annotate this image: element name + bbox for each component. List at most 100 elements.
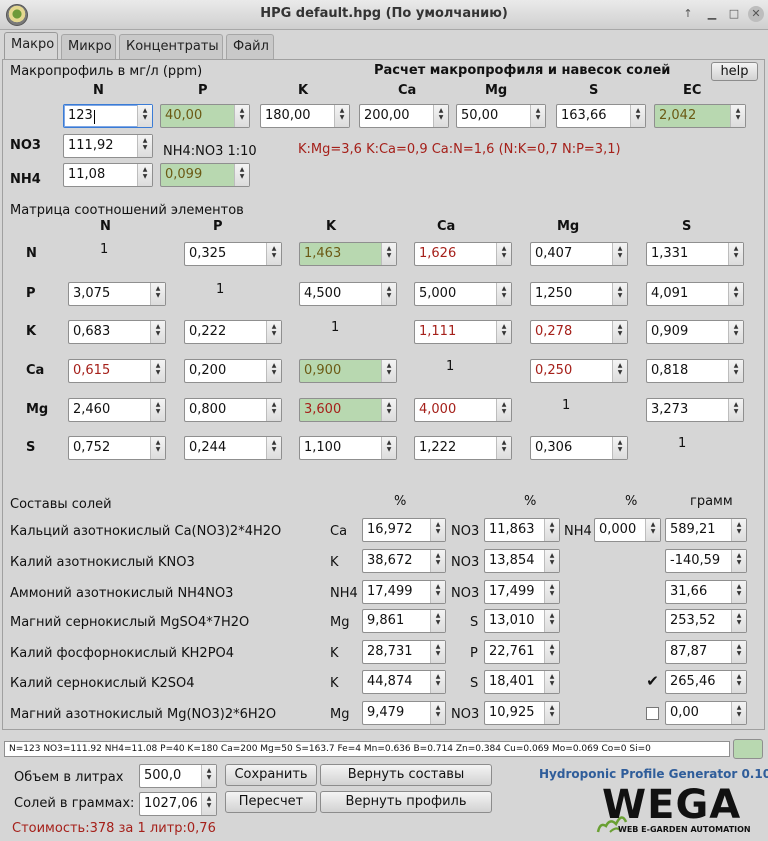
spin-arrows-icon[interactable]: ▲ ▼ (150, 437, 165, 459)
matrix-cell-input[interactable]: 1,111 ▲ ▼ (414, 320, 512, 344)
tab-micro[interactable]: Микро (61, 34, 116, 59)
spin-arrows-icon[interactable]: ▲ ▼ (433, 105, 448, 127)
spin-arrows-icon[interactable]: ▲ ▼ (544, 581, 559, 603)
salt-pct-1-input[interactable]: 28,731 ▲ ▼ (362, 640, 446, 664)
salt-grams-input[interactable]: 87,87 ▲ ▼ (665, 640, 747, 664)
matrix-cell-input[interactable]: 4,091 ▲ ▼ (646, 282, 744, 306)
salt-enable-checkbox[interactable] (646, 707, 659, 720)
spin-arrows-icon[interactable]: ▲ ▼ (381, 243, 396, 265)
spin-arrows-icon[interactable]: ▲ ▼ (496, 321, 511, 343)
salt-grams-input[interactable]: 253,52 ▲ ▼ (665, 609, 747, 633)
restore-profile-button[interactable]: Вернуть профиль (320, 791, 492, 813)
spin-arrows-icon[interactable]: ▲ ▼ (430, 702, 445, 724)
spin-arrows-icon[interactable]: ▲ ▼ (430, 550, 445, 572)
spin-arrows-icon[interactable]: ▲ ▼ (728, 360, 743, 382)
volume-input[interactable]: 500,0 ▲ ▼ (139, 764, 217, 788)
salt-pct-3-input[interactable]: 0,000 ▲ ▼ (594, 518, 661, 542)
matrix-cell-input[interactable]: 1,463 ▲ ▼ (299, 242, 397, 266)
spin-arrows-icon[interactable]: ▲ ▼ (530, 105, 545, 127)
spin-arrows-icon[interactable]: ▲ ▼ (334, 105, 349, 127)
spin-arrows-icon[interactable]: ▲ ▼ (266, 437, 281, 459)
spin-arrows-icon[interactable]: ▲ ▼ (201, 793, 216, 815)
matrix-cell-input[interactable]: 0,818 ▲ ▼ (646, 359, 744, 383)
salt-pct-1-input[interactable]: 16,972 ▲ ▼ (362, 518, 446, 542)
spin-arrows-icon[interactable]: ▲ ▼ (728, 283, 743, 305)
matrix-cell-input[interactable]: 3,273 ▲ ▼ (646, 398, 744, 422)
spin-arrows-icon[interactable]: ▲ ▼ (150, 321, 165, 343)
spin-arrows-icon[interactable]: ▲ ▼ (728, 243, 743, 265)
matrix-cell-input[interactable]: 0,900 ▲ ▼ (299, 359, 397, 383)
spin-arrows-icon[interactable]: ▲ ▼ (544, 519, 559, 541)
salt-grams-input[interactable]: -140,59 ▲ ▼ (665, 549, 747, 573)
matrix-cell-input[interactable]: 0,200 ▲ ▼ (184, 359, 282, 383)
maximize-icon[interactable]: □ (726, 6, 742, 22)
tab-concentrates[interactable]: Концентраты (119, 34, 223, 59)
spin-arrows-icon[interactable]: ▲ ▼ (730, 105, 745, 127)
spin-arrows-icon[interactable]: ▲ ▼ (430, 671, 445, 693)
nh4-input[interactable]: 11,08 ▲ ▼ (63, 163, 153, 187)
spin-arrows-icon[interactable]: ▲ ▼ (731, 610, 746, 632)
matrix-cell-input[interactable]: 3,075 ▲ ▼ (68, 282, 166, 306)
save-button[interactable]: Сохранить (225, 764, 317, 786)
matrix-cell-input[interactable]: 1,626 ▲ ▼ (414, 242, 512, 266)
tab-file[interactable]: Файл (226, 34, 274, 59)
salt-grams-input[interactable]: 589,21 ▲ ▼ (665, 518, 747, 542)
spin-arrows-icon[interactable]: ▲ ▼ (728, 399, 743, 421)
matrix-cell-input[interactable]: 1,222 ▲ ▼ (414, 436, 512, 460)
spin-arrows-icon[interactable]: ▲ ▼ (234, 105, 249, 127)
spin-arrows-icon[interactable]: ▲ ▼ (150, 399, 165, 421)
spin-arrows-icon[interactable]: ▲ ▼ (612, 243, 627, 265)
spin-arrows-icon[interactable]: ▲ ▼ (645, 519, 660, 541)
salt-pct-2-input[interactable]: 17,499 ▲ ▼ (484, 580, 560, 604)
spin-arrows-icon[interactable]: ▲ ▼ (612, 321, 627, 343)
spin-arrows-icon[interactable]: ▲ ▼ (266, 360, 281, 382)
spin-arrows-icon[interactable]: ▲ ▼ (266, 243, 281, 265)
spin-arrows-icon[interactable]: ▲ ▼ (544, 610, 559, 632)
spin-arrows-icon[interactable]: ▲ ▼ (731, 641, 746, 663)
matrix-cell-input[interactable]: 2,460 ▲ ▼ (68, 398, 166, 422)
recalc-button[interactable]: Пересчет (225, 791, 317, 813)
spin-arrows-icon[interactable]: ▲ ▼ (381, 437, 396, 459)
salt-grams-input[interactable]: 0,00 ▲ ▼ (665, 701, 747, 725)
matrix-cell-input[interactable]: 0,278 ▲ ▼ (530, 320, 628, 344)
n-input[interactable]: 123 ▲ ▼ (63, 104, 153, 128)
matrix-cell-input[interactable]: 1,250 ▲ ▼ (530, 282, 628, 306)
spin-arrows-icon[interactable]: ▲ ▼ (266, 321, 281, 343)
spin-arrows-icon[interactable]: ▲ ▼ (201, 765, 216, 787)
spin-arrows-icon[interactable]: ▲ ▼ (731, 702, 746, 724)
matrix-cell-input[interactable]: 0,222 ▲ ▼ (184, 320, 282, 344)
salt-pct-2-input[interactable]: 13,010 ▲ ▼ (484, 609, 560, 633)
spin-arrows-icon[interactable]: ▲ ▼ (496, 437, 511, 459)
salt-grams-input[interactable]: 265,46 ▲ ▼ (665, 670, 747, 694)
status-indicator[interactable] (733, 739, 763, 759)
matrix-cell-input[interactable]: 3,600 ▲ ▼ (299, 398, 397, 422)
spin-arrows-icon[interactable]: ▲ ▼ (496, 243, 511, 265)
salt-pct-1-input[interactable]: 17,499 ▲ ▼ (362, 580, 446, 604)
salt-grams-input[interactable]: 31,66 ▲ ▼ (665, 580, 747, 604)
spin-arrows-icon[interactable]: ▲ ▼ (137, 164, 152, 186)
matrix-cell-input[interactable]: 0,407 ▲ ▼ (530, 242, 628, 266)
salt-enable-checkbox[interactable]: ✔ (646, 674, 659, 689)
spin-arrows-icon[interactable]: ▲ ▼ (430, 610, 445, 632)
spin-arrows-icon[interactable]: ▲ ▼ (381, 283, 396, 305)
spin-arrows-icon[interactable]: ▲ ▼ (544, 702, 559, 724)
spin-arrows-icon[interactable]: ▲ ▼ (150, 283, 165, 305)
spin-arrows-icon[interactable]: ▲ ▼ (612, 437, 627, 459)
matrix-cell-input[interactable]: 0,752 ▲ ▼ (68, 436, 166, 460)
restore-salts-button[interactable]: Вернуть составы (320, 764, 492, 786)
salt-pct-2-input[interactable]: 18,401 ▲ ▼ (484, 670, 560, 694)
salt-pct-1-input[interactable]: 44,874 ▲ ▼ (362, 670, 446, 694)
tab-macro[interactable]: Макро (4, 32, 58, 60)
nh4-ratio-input[interactable]: 0,099 ▲ ▼ (160, 163, 250, 187)
salts-grams-input[interactable]: 1027,06 ▲ ▼ (139, 792, 217, 816)
spin-arrows-icon[interactable]: ▲ ▼ (544, 671, 559, 693)
matrix-cell-input[interactable]: 0,909 ▲ ▼ (646, 320, 744, 344)
salt-pct-1-input[interactable]: 9,861 ▲ ▼ (362, 609, 446, 633)
matrix-cell-input[interactable]: 5,000 ▲ ▼ (414, 282, 512, 306)
arrow-up-icon[interactable]: ↑ (680, 6, 696, 22)
profile-status-line[interactable]: N=123 NO3=111.92 NH4=11.08 P=40 K=180 Ca… (4, 741, 730, 757)
spin-arrows-icon[interactable]: ▲ ▼ (612, 283, 627, 305)
spin-arrows-icon[interactable]: ▲ ▼ (496, 283, 511, 305)
spin-arrows-icon[interactable]: ▲ ▼ (430, 641, 445, 663)
spin-arrows-icon[interactable]: ▲ ▼ (731, 581, 746, 603)
